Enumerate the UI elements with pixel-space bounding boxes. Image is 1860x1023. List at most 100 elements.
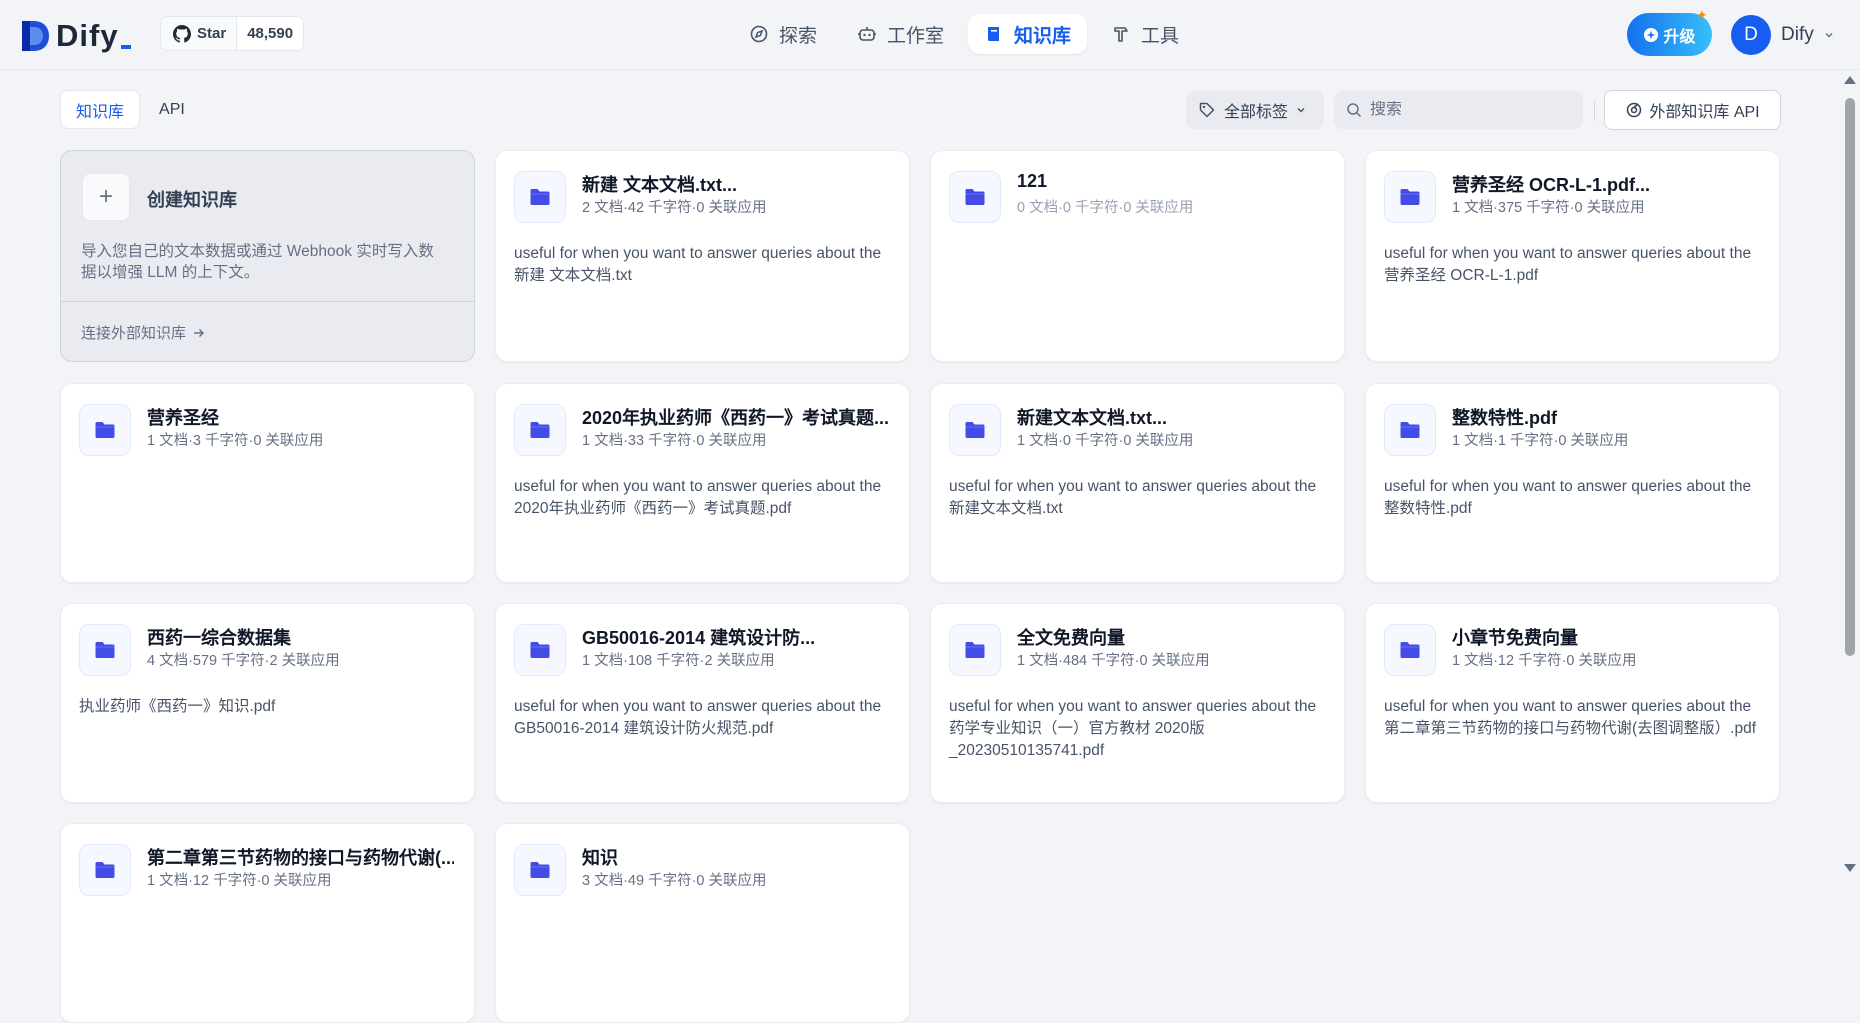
nav-explore[interactable]: 探索 [733,14,833,54]
dataset-card[interactable]: 新建文本文档.txt... 1 文档·0 千字符·0 关联应用 useful for… [930,383,1345,583]
connect-external-knowledge-link[interactable]: 连接外部知识库 [81,322,206,343]
external-knowledge-api-button[interactable]: 外部知识库 API [1604,90,1781,130]
dataset-name: 2020年执业药师《西药一》考试真题... [582,408,889,428]
sparkle-icon: ✦ [1696,7,1708,23]
create-knowledge-card[interactable]: + 创建知识库 导入您自己的文本数据或通过 Webhook 实时写入数据以增强 … [60,150,475,362]
dataset-card[interactable]: 全文免费向量 1 文档·484 千字符·0 关联应用 useful for when… [930,603,1345,803]
dataset-icon [949,624,1001,676]
nav-studio-label: 工作室 [887,25,945,47]
dataset-name: 西药一综合数据集 [147,628,291,648]
tag-filter-label: 全部标签 [1224,104,1289,121]
dataset-name: 整数特性.pdf [1452,408,1557,428]
dify-logo[interactable]: Dify [20,18,131,54]
dataset-meta: 1 文档·33 千字符·0 关联应用 [582,433,767,449]
robot-icon [858,27,877,41]
folder-icon [965,642,985,658]
dataset-description: useful for when you want to answer queri… [514,478,882,517]
knowledge-tabs: 知识库 API [60,90,200,129]
dataset-meta: 1 文档·0 千字符·0 关联应用 [1017,433,1194,449]
folder-icon [530,862,550,878]
chevron-down-icon [1297,107,1305,113]
dataset-name: 知识 [582,848,618,868]
folder-icon [965,422,985,438]
dataset-icon [514,624,566,676]
folder-icon [1400,422,1420,438]
api-connection-icon [1627,102,1642,118]
dataset-meta: 4 文档·579 千字符·2 关联应用 [147,653,340,669]
dataset-icon [514,171,566,223]
dataset-card[interactable]: 第二章第三节药物的接口与药物代谢(... 1 文档·12 千字符·0 关联应用 [60,823,475,1023]
dataset-meta: 1 文档·12 千字符·0 关联应用 [1452,653,1637,669]
search-icon [1347,103,1362,118]
scroll-thumb[interactable] [1845,98,1855,656]
folder-icon [1400,642,1420,658]
dataset-icon [79,624,131,676]
main-nav: 探索 工作室 知识库 工具 [733,14,1195,54]
dataset-description: useful for when you want to answer queri… [514,698,882,737]
dataset-icon [514,404,566,456]
folder-icon [965,189,985,205]
dataset-name: 小章节免费向量 [1452,628,1578,648]
search-box [1334,91,1583,129]
user-menu[interactable]: D Dify [1731,15,1834,55]
dataset-card[interactable]: 整数特性.pdf 1 文档·1 千字符·0 关联应用 useful for when… [1365,383,1780,583]
dataset-icon [1384,404,1436,456]
external-knowledge-api-label: 外部知识库 API [1649,104,1760,121]
nav-studio[interactable]: 工作室 [841,14,960,54]
tab-api[interactable]: API [144,90,200,129]
search-input[interactable] [1370,101,1560,119]
dataset-icon [514,844,566,896]
top-header: Dify Star 48,590 探索 工作室 知识库 工具 升级 ✦ D Di… [0,0,1860,70]
connect-external-knowledge-label: 连接外部知识库 [81,325,187,342]
dataset-card[interactable]: 2020年执业药师《西药一》考试真题... 1 文档·33 千字符·0 关联应用 u… [495,383,910,583]
dataset-meta: 1 文档·1 千字符·0 关联应用 [1452,433,1629,449]
page-scrollbar[interactable] [1840,70,1860,880]
dataset-card[interactable]: 营养圣经 OCR-L-1.pdf... 1 文档·375 千字符·0 关联应用 us… [1365,150,1780,362]
nav-explore-label: 探索 [779,25,818,47]
scroll-down-arrow[interactable] [1844,864,1856,872]
folder-icon [530,189,550,205]
dify-logo-icon [22,21,49,51]
dataset-name: GB50016-2014 建筑设计防... [582,628,816,648]
sparkles-circle-icon [1644,27,1659,42]
dataset-card[interactable]: 小章节免费向量 1 文档·12 千字符·0 关联应用 useful for when… [1365,603,1780,803]
plus-icon: + [82,173,130,221]
avatar: D [1731,15,1771,55]
nav-tools[interactable]: 工具 [1095,14,1195,54]
chevron-down-icon [1825,32,1833,38]
dataset-meta: 2 文档·42 千字符·0 关联应用 [582,200,767,216]
github-star-label: Star [197,25,227,42]
upgrade-label: 升级 [1663,28,1696,46]
dataset-meta: 1 文档·484 千字符·0 关联应用 [1017,653,1210,669]
folder-icon [95,862,115,878]
github-star-badge[interactable]: Star 48,590 [160,16,305,51]
create-knowledge-title: 创建知识库 [147,190,237,210]
folder-icon [95,642,115,658]
dataset-description: useful for when you want to answer queri… [1384,478,1752,517]
dataset-card[interactable]: 营养圣经 1 文档·3 千字符·0 关联应用 [60,383,475,583]
dataset-icon [79,404,131,456]
nav-knowledge[interactable]: 知识库 [968,14,1088,54]
tag-icon [1199,102,1215,118]
toolbar-divider [1594,101,1595,121]
dataset-name: 全文免费向量 [1017,628,1125,648]
dataset-card[interactable]: 新建 文本文档.txt... 2 文档·42 千字符·0 关联应用 useful f… [495,150,910,362]
dataset-name: 营养圣经 OCR-L-1.pdf... [1452,175,1650,195]
dataset-description: useful for when you want to answer queri… [949,698,1317,759]
folder-icon [1400,189,1420,205]
dataset-icon [949,171,1001,223]
brand-underscore [120,45,131,49]
dataset-description: useful for when you want to answer queri… [1384,698,1757,737]
scroll-up-arrow[interactable] [1844,76,1856,84]
dataset-card[interactable]: 知识 3 文档·49 千字符·0 关联应用 [495,823,910,1023]
dataset-card[interactable]: 西药一综合数据集 4 文档·579 千字符·2 关联应用 执业药师《西药一》知识.p… [60,603,475,803]
dataset-card[interactable]: GB50016-2014 建筑设计防... 1 文档·108 千字符·2 关联应用… [495,603,910,803]
folder-icon [530,642,550,658]
dataset-card[interactable]: 121 0 文档·0 千字符·0 关联应用 [930,150,1345,362]
create-knowledge-description: 导入您自己的文本数据或通过 Webhook 实时写入数据以增强 LLM 的上下文… [81,243,434,281]
tag-filter-dropdown[interactable]: 全部标签 [1186,91,1324,129]
tab-knowledge[interactable]: 知识库 [60,90,141,129]
github-star-button[interactable]: Star [161,17,238,50]
dataset-icon [79,844,131,896]
dataset-name: 121 [1017,171,1048,191]
